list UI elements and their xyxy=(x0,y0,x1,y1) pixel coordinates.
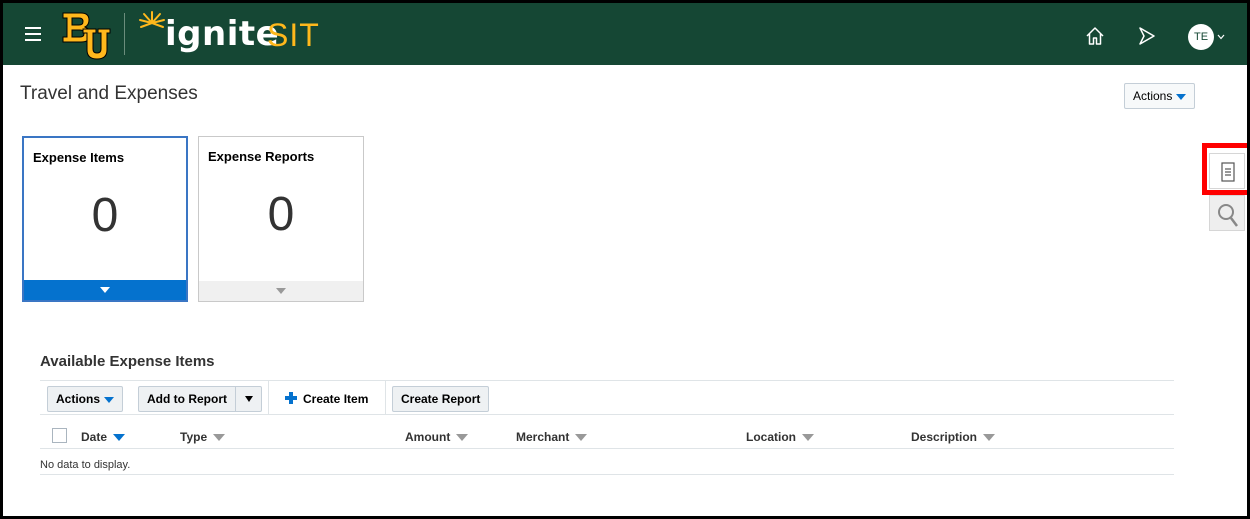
column-header-amount[interactable]: Amount xyxy=(405,430,469,444)
page-actions-menu[interactable]: Actions xyxy=(1124,83,1196,109)
column-header-merchant[interactable]: Merchant xyxy=(516,430,588,444)
menu-icon[interactable] xyxy=(25,27,41,41)
plus-icon xyxy=(285,392,297,404)
table-header: Date Type Amount Merchant Location Descr… xyxy=(40,423,1174,449)
empty-table-message: No data to display. xyxy=(40,459,1174,475)
caret-down-icon xyxy=(100,287,110,293)
caret-down-icon xyxy=(1176,93,1187,100)
sort-icon xyxy=(456,434,469,442)
tile-count: 0 xyxy=(91,189,119,242)
select-all-checkbox[interactable] xyxy=(52,428,67,443)
page-actions-label: Actions xyxy=(1133,89,1173,103)
sort-icon xyxy=(983,434,996,442)
global-header: ignite SIT TE xyxy=(3,3,1247,65)
page-title: Travel and Expenses xyxy=(20,83,198,104)
add-to-report-label: Add to Report xyxy=(147,392,227,406)
tile-label: Expense Items xyxy=(33,150,125,165)
tile-expense-reports[interactable]: Expense Reports 0 xyxy=(198,136,364,302)
actions-label: Actions xyxy=(56,392,101,406)
column-label: Description xyxy=(911,430,978,444)
caret-down-icon xyxy=(276,288,286,294)
environment-label: SIT xyxy=(267,17,320,53)
column-header-date[interactable]: Date xyxy=(81,430,126,444)
home-icon[interactable] xyxy=(1084,25,1106,47)
column-label: Date xyxy=(81,430,108,444)
toolbar-divider xyxy=(268,381,269,415)
sort-icon xyxy=(113,434,126,442)
panel-search-button[interactable] xyxy=(1209,195,1245,231)
user-avatar[interactable]: TE xyxy=(1188,24,1214,50)
caret-down-icon xyxy=(104,396,115,403)
tile-count: 0 xyxy=(267,188,295,241)
chevron-down-icon[interactable] xyxy=(1217,33,1225,41)
section-title: Available Expense Items xyxy=(40,353,215,370)
toolbar-divider xyxy=(385,381,386,415)
column-label: Merchant xyxy=(516,430,570,444)
column-label: Location xyxy=(746,430,796,444)
highlight-box xyxy=(1202,143,1247,195)
create-report-button[interactable]: Create Report xyxy=(392,386,490,412)
tile-expense-items[interactable]: Expense Items 0 xyxy=(22,136,188,302)
expense-items-toolbar: Actions Add to Report Create Item Create… xyxy=(40,380,1174,415)
column-header-description[interactable]: Description xyxy=(911,430,996,444)
tile-label: Expense Reports xyxy=(208,149,315,164)
sort-icon xyxy=(575,434,588,442)
navigator-icon[interactable] xyxy=(1136,25,1158,47)
column-label: Amount xyxy=(405,430,451,444)
add-to-report-dropdown[interactable] xyxy=(235,387,261,411)
bu-logo[interactable] xyxy=(59,9,115,61)
create-item-label: Create Item xyxy=(303,392,369,406)
column-header-type[interactable]: Type xyxy=(180,430,226,444)
brand-name: ignite xyxy=(165,14,280,54)
column-header-location[interactable]: Location xyxy=(746,430,814,444)
caret-down-icon xyxy=(245,396,253,402)
sort-icon xyxy=(802,434,814,442)
add-to-report-button[interactable]: Add to Report xyxy=(138,386,262,412)
column-label: Type xyxy=(180,430,208,444)
sort-icon xyxy=(213,434,226,442)
logo-divider xyxy=(124,13,125,55)
create-item-button[interactable]: Create Item xyxy=(285,392,368,406)
actions-menu-button[interactable]: Actions xyxy=(47,386,124,412)
app-frame: ignite SIT TE Travel and Expenses Action… xyxy=(0,0,1250,519)
ignite-burst-icon xyxy=(139,11,165,28)
tile-expand-bar[interactable] xyxy=(199,281,363,301)
search-icon xyxy=(1218,204,1238,227)
tile-expand-bar[interactable] xyxy=(24,280,186,300)
